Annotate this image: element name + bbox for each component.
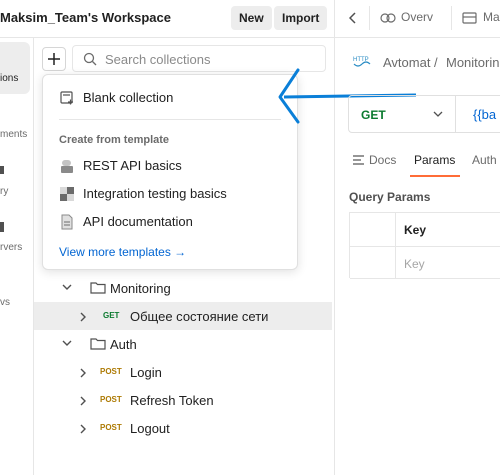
tree-label: Refresh Token	[130, 393, 214, 408]
tab-label: Ma	[483, 10, 500, 24]
tree-request-logout[interactable]: POST Logout	[34, 414, 332, 442]
key-input[interactable]: Key	[404, 257, 425, 271]
tab-label: Overv	[401, 10, 434, 24]
left-rail	[0, 38, 34, 475]
tree-label: Auth	[110, 337, 137, 352]
query-params-title: Query Params	[349, 190, 431, 204]
request-url-bar: GET {{ba	[348, 95, 500, 133]
row-divider	[350, 246, 500, 247]
method-badge: GET	[103, 311, 120, 320]
row-divider	[350, 278, 500, 279]
chevron-right-icon	[80, 424, 86, 434]
tree-request-login[interactable]: POST Login	[34, 358, 332, 386]
method-badge: POST	[100, 367, 122, 376]
search-placeholder: Search collections	[105, 52, 211, 67]
tab-divider	[451, 6, 452, 30]
chevron-right-icon	[80, 368, 86, 378]
method-badge: POST	[100, 423, 122, 432]
http-icon: HTTP	[353, 54, 371, 70]
add-collection-button[interactable]	[42, 47, 66, 71]
popover-divider	[59, 119, 281, 120]
blank-collection-icon	[60, 91, 73, 105]
blank-collection-label: Blank collection	[83, 90, 174, 105]
tree-label: Login	[130, 365, 162, 380]
breadcrumb-current: Monitorin	[446, 55, 500, 70]
integration-testing-icon	[60, 187, 74, 201]
folder-icon	[90, 338, 106, 350]
docs-icon	[353, 155, 364, 165]
template-section-title: Create from template	[59, 134, 170, 146]
workspace-title[interactable]: Maksim_Team's Workspace	[0, 10, 171, 25]
tree-folder-monitoring[interactable]: Monitoring	[34, 274, 332, 302]
tab-docs[interactable]: Docs	[369, 153, 396, 167]
api-documentation-icon	[61, 214, 73, 230]
breadcrumb-root[interactable]: Avtomat	[383, 55, 430, 70]
active-tab-indicator	[410, 175, 460, 177]
rail-label-collections: ions	[0, 73, 19, 84]
rail-label-mock-servers[interactable]: rvers	[0, 242, 22, 253]
tree-label: Logout	[130, 421, 170, 436]
template-label: Integration testing basics	[83, 186, 227, 201]
column-header-key: Key	[404, 223, 427, 237]
chevron-down-icon	[62, 340, 72, 346]
rail-label-environments[interactable]: ments	[0, 129, 27, 140]
back-chevron-icon[interactable]	[349, 12, 357, 24]
view-more-templates-link[interactable]: View more templates →	[59, 245, 186, 259]
tree-label: Общее состояние сети	[130, 309, 269, 324]
chevron-right-icon	[80, 396, 86, 406]
folder-icon	[90, 282, 106, 294]
rest-api-icon	[61, 160, 73, 173]
header-divider	[0, 37, 500, 38]
method-select-value: GET	[361, 108, 386, 122]
template-label: REST API basics	[83, 158, 182, 173]
tab-divider	[369, 6, 370, 30]
breadcrumb-separator: /	[434, 55, 438, 70]
new-collection-popover: Blank collection Create from template RE…	[42, 74, 298, 270]
tree-folder-auth[interactable]: Auth	[34, 330, 332, 358]
rail-item-collections[interactable]	[0, 42, 30, 94]
method-select[interactable]: GET	[349, 96, 456, 132]
chevron-down-icon	[433, 111, 443, 117]
rail-label-history[interactable]: ry	[0, 186, 8, 197]
template-label: API documentation	[83, 214, 193, 229]
url-input[interactable]: {{ba	[473, 107, 496, 122]
search-icon	[83, 52, 97, 66]
tree-request-get[interactable]: GET Общее состояние сети	[34, 302, 332, 330]
tab-params[interactable]: Params	[414, 153, 455, 167]
chevron-right-icon	[80, 312, 86, 322]
query-params-table: Key Key	[349, 212, 500, 279]
mock-servers-icon	[0, 222, 4, 232]
import-button[interactable]: Import	[274, 6, 328, 30]
collection-icon	[380, 13, 396, 23]
plus-icon	[48, 53, 60, 65]
method-badge: POST	[100, 395, 122, 404]
tree-label: Monitoring	[110, 281, 171, 296]
history-icon	[0, 166, 4, 174]
chevron-down-icon	[62, 284, 72, 290]
new-button[interactable]: New	[231, 6, 272, 30]
tree-request-refresh-token[interactable]: POST Refresh Token	[34, 386, 332, 414]
rail-label-flows[interactable]: vs	[0, 297, 10, 308]
tab-auth[interactable]: Auth	[472, 153, 497, 167]
monitor-icon	[462, 12, 477, 24]
